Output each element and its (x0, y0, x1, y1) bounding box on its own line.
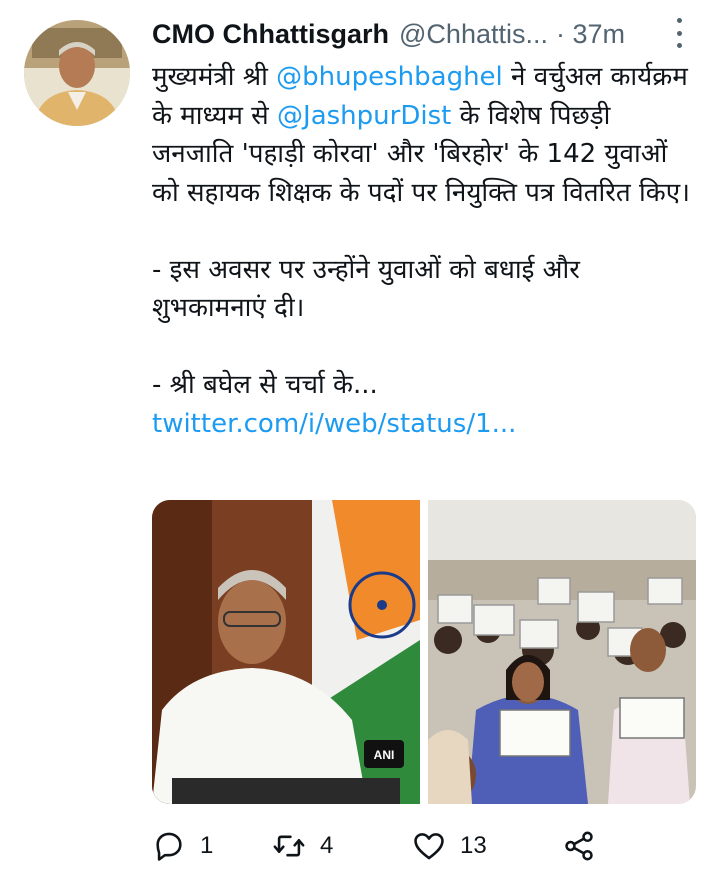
tweet-header: CMO Chhattisgarh @Chhattis... · 37m (152, 14, 690, 54)
retweet-button[interactable]: 4 (272, 829, 412, 863)
tweet[interactable]: CMO Chhattisgarh @Chhattis... · 37m मुख्… (0, 0, 720, 880)
photo-certificate-holders (428, 500, 696, 804)
author-name[interactable]: CMO Chhattisgarh (152, 19, 389, 50)
ani-badge: ANI (374, 748, 395, 762)
like-icon (414, 833, 444, 860)
like-button[interactable]: 13 (412, 829, 562, 863)
tweet-actions: 1 4 13 (152, 826, 622, 866)
tweet-paragraph: - श्री बघेल से चर्चा के... twitter.com/i… (152, 366, 692, 443)
mention-link[interactable]: @JashpurDist (277, 101, 451, 131)
timestamp[interactable]: · 37m (556, 19, 625, 50)
tweet-paragraph: मुख्यमंत्री श्री @bhupeshbaghel ने वर्चु… (152, 58, 692, 212)
text-segment: मुख्यमंत्री श्री (152, 62, 277, 92)
share-button[interactable] (562, 829, 596, 863)
photo-left[interactable]: ANI (152, 500, 420, 804)
reply-button[interactable]: 1 (152, 829, 272, 863)
avatar[interactable] (24, 20, 130, 126)
like-count: 13 (460, 832, 487, 859)
avatar-image (24, 20, 130, 126)
author-handle[interactable]: @Chhattis... (399, 19, 548, 50)
more-icon[interactable] (674, 18, 684, 48)
photo-cm-desk: ANI (152, 500, 420, 804)
retweet-count: 4 (320, 832, 334, 859)
tweet-text: मुख्यमंत्री श्री @bhupeshbaghel ने वर्चु… (152, 58, 692, 443)
url-link[interactable]: twitter.com/i/web/status/1... (152, 409, 516, 439)
text-segment: - श्री बघेल से चर्चा के... (152, 370, 378, 400)
mention-link[interactable]: @bhupeshbaghel (276, 62, 503, 92)
reply-count: 1 (200, 832, 214, 859)
share-icon (565, 831, 593, 861)
reply-icon (156, 832, 182, 861)
retweet-icon (273, 835, 305, 857)
media-grid: ANI (152, 500, 696, 804)
photo-right[interactable] (428, 500, 696, 804)
tweet-paragraph: - इस अवसर पर उन्होंने युवाओं को बधाई और … (152, 254, 580, 324)
